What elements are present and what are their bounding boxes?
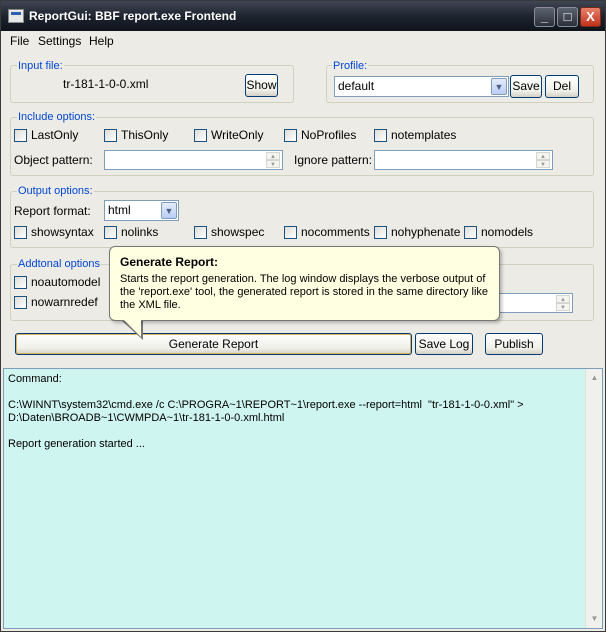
log-line: ​ bbox=[8, 425, 582, 438]
additional-options-label: Addtonal options bbox=[17, 258, 101, 270]
tooltip-tail-fill bbox=[123, 319, 141, 337]
menu-help[interactable]: Help bbox=[89, 34, 114, 48]
publish-button[interactable]: Publish bbox=[485, 333, 543, 355]
title-bar[interactable]: ReportGui: BBF report.exe Frontend _ □ X bbox=[1, 1, 605, 31]
output-options-label: Output options: bbox=[17, 185, 94, 197]
profile-del-button[interactable]: Del bbox=[545, 75, 579, 98]
log-line: D:\Daten\BROADB~1\CWMPDA~1\tr-181-1-0-0.… bbox=[8, 412, 285, 424]
window-title: ReportGui: BBF report.exe Frontend bbox=[29, 9, 237, 23]
checkbox-showsyntax[interactable]: showsyntax bbox=[14, 226, 94, 240]
chevron-down-icon[interactable]: ▼ bbox=[491, 78, 507, 95]
log-line: ​ bbox=[8, 386, 582, 399]
checkbox-nolinks[interactable]: nolinks bbox=[104, 226, 158, 240]
log-line: C:\WINNT\system32\cmd.exe /c C:\PROGRA~1… bbox=[8, 399, 524, 411]
profile-save-button[interactable]: Save bbox=[510, 75, 542, 98]
checkbox-nowarnredef[interactable]: nowarnredef bbox=[14, 296, 98, 310]
ignore-pattern-input[interactable] bbox=[374, 150, 553, 170]
object-pattern-label: Object pattern: bbox=[14, 153, 93, 167]
scroll-down-icon[interactable]: ▼ bbox=[587, 611, 602, 627]
checkbox-nocomments[interactable]: nocomments bbox=[284, 226, 370, 240]
checkbox-showspec[interactable]: showspec bbox=[194, 226, 264, 240]
checkbox-nomodels[interactable]: nomodels bbox=[464, 226, 533, 240]
tooltip-title: Generate Report: bbox=[120, 255, 219, 269]
show-button[interactable]: Show bbox=[245, 74, 278, 97]
log-line: Command: bbox=[8, 373, 62, 385]
input-file-label: Input file: bbox=[17, 60, 64, 72]
checkbox-nohyphenate[interactable]: nohyphenate bbox=[374, 226, 460, 240]
checkbox-lastonly[interactable]: LastOnly bbox=[14, 129, 78, 143]
include-options-label: Include options: bbox=[17, 111, 97, 123]
input-file-value: tr-181-1-0-0.xml bbox=[63, 77, 149, 91]
report-format-value: html bbox=[108, 203, 131, 217]
menu-settings[interactable]: Settings bbox=[38, 34, 81, 48]
ignore-pattern-spinner[interactable]: ▲ ▼ bbox=[536, 152, 550, 168]
profile-select[interactable]: default ▼ bbox=[334, 76, 509, 97]
log-window[interactable]: Command: ​ C:\WINNT\system32\cmd.exe /c … bbox=[3, 368, 603, 629]
ignore-pattern-label: Ignore pattern: bbox=[294, 153, 373, 167]
profile-label: Profile: bbox=[332, 60, 369, 72]
menu-file[interactable]: File bbox=[10, 34, 29, 48]
log-line: Report generation started ... bbox=[8, 438, 145, 450]
main-window: ReportGui: BBF report.exe Frontend _ □ X… bbox=[0, 0, 606, 632]
tooltip-body: Starts the report generation. The log wi… bbox=[120, 273, 489, 311]
maximize-button[interactable]: □ bbox=[557, 7, 578, 27]
generate-report-tooltip: Generate Report: Starts the report gener… bbox=[109, 246, 500, 321]
app-icon bbox=[8, 9, 24, 23]
chevron-down-icon[interactable]: ▼ bbox=[161, 202, 177, 219]
profile-select-value: default bbox=[338, 79, 375, 93]
additional-options-spinner[interactable]: ▲ ▼ bbox=[556, 295, 570, 311]
checkbox-writeonly[interactable]: WriteOnly bbox=[194, 129, 263, 143]
minimize-button[interactable]: _ bbox=[534, 7, 555, 27]
report-format-label: Report format: bbox=[14, 204, 91, 218]
checkbox-thisonly[interactable]: ThisOnly bbox=[104, 129, 168, 143]
close-button[interactable]: X bbox=[580, 7, 601, 27]
save-log-button[interactable]: Save Log bbox=[415, 333, 473, 355]
scroll-up-icon[interactable]: ▲ bbox=[587, 370, 602, 386]
checkbox-noprofiles[interactable]: NoProfiles bbox=[284, 129, 356, 143]
checkbox-notemplates[interactable]: notemplates bbox=[374, 129, 456, 143]
report-format-select[interactable]: html ▼ bbox=[104, 200, 179, 221]
generate-report-button[interactable]: Generate Report bbox=[15, 333, 412, 355]
checkbox-noautomodel[interactable]: noautomodel bbox=[14, 276, 100, 290]
object-pattern-input[interactable] bbox=[104, 150, 283, 170]
object-pattern-spinner[interactable]: ▲ ▼ bbox=[266, 152, 280, 168]
menu-bar: File Settings Help bbox=[1, 31, 605, 51]
log-scrollbar[interactable]: ▲ ▼ bbox=[585, 369, 602, 628]
